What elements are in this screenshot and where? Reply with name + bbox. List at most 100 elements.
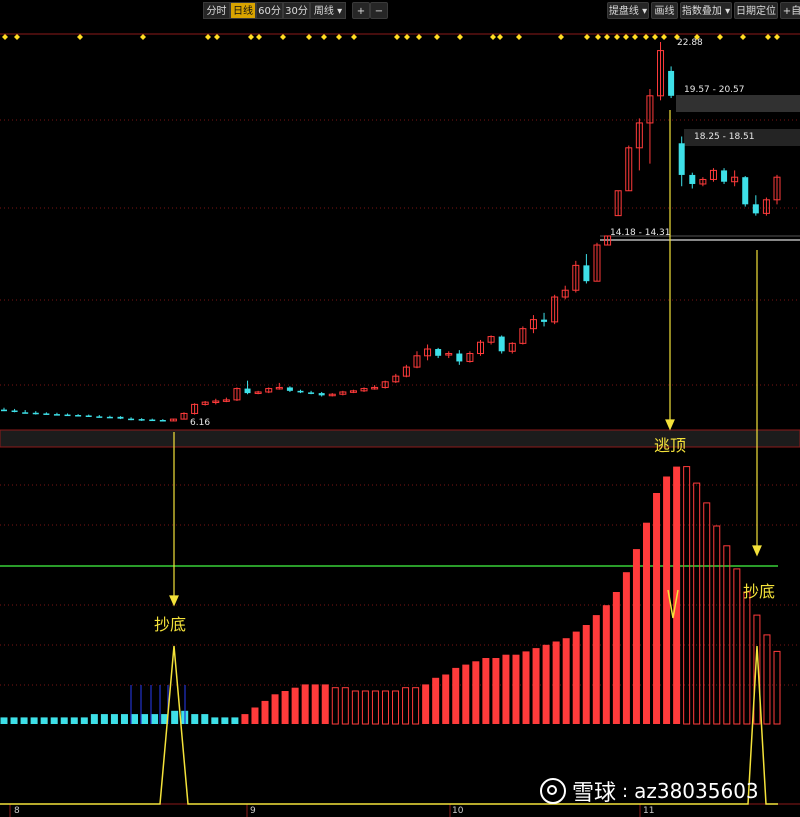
candle-body-down xyxy=(11,410,18,413)
annotation-arrows xyxy=(169,110,762,607)
indicator-bar-red xyxy=(632,549,640,724)
indicator-bar-cyan xyxy=(201,714,209,725)
indicator-bar-red xyxy=(502,654,510,724)
candle-body-down xyxy=(286,387,293,391)
indicator-bar-red-outline xyxy=(693,482,701,725)
top-signal-diamond xyxy=(765,34,771,40)
indicator-bar-red xyxy=(301,684,309,724)
candle-body-down xyxy=(117,416,124,419)
high-price-label: 22.88 xyxy=(677,38,703,48)
candle-body-down xyxy=(318,393,325,396)
top-signal-diamond xyxy=(604,34,610,40)
candle-body-down xyxy=(106,416,113,419)
zone-label-1: 19.57 - 20.57 xyxy=(684,85,745,95)
indicator-bar-red xyxy=(251,707,259,724)
candle-body-down xyxy=(498,336,505,352)
top-signal-diamond xyxy=(336,34,342,40)
candle-body-down xyxy=(22,412,29,414)
indicator-bar-red xyxy=(432,677,440,724)
indicator-bar-red xyxy=(612,592,620,724)
indicator-bar-red-outline xyxy=(371,690,379,725)
watermark: 雪球 : az38035603 xyxy=(540,776,759,806)
top-signal-diamond xyxy=(394,34,400,40)
indicator-bar-red xyxy=(492,658,500,724)
top-signal-diamond xyxy=(643,34,649,40)
candle-body-down xyxy=(53,414,60,416)
zone-label-2: 18.25 - 18.51 xyxy=(694,132,755,142)
indicator-bar-red-outline xyxy=(412,687,420,725)
candle-body-down xyxy=(541,319,548,322)
candle-body-down xyxy=(149,419,156,422)
watermark-separator: : xyxy=(622,780,629,802)
indicator-bar-cyan xyxy=(110,714,118,725)
candle-body-down xyxy=(1,409,7,412)
indicator-bar-red xyxy=(291,687,299,724)
indicator-bar-red xyxy=(642,522,650,724)
indicator-bar-red xyxy=(271,694,279,724)
x-label-10: 10 xyxy=(452,806,464,816)
resistance-zone-1 xyxy=(676,95,800,112)
candle-body-down xyxy=(96,416,103,418)
annotation-bottom-right: 抄底 xyxy=(743,582,776,601)
candle-body-down xyxy=(43,413,50,415)
candle-body-down xyxy=(689,174,696,184)
top-signal-diamond xyxy=(661,34,667,40)
candle-body-down xyxy=(668,70,675,96)
candle-body-down xyxy=(742,177,749,205)
candle-body-down xyxy=(435,349,442,356)
indicator-bar-red xyxy=(542,644,550,724)
indicator-bar-cyan xyxy=(221,717,229,725)
indicator-bar-red xyxy=(582,625,590,724)
indicator-bar-cyan xyxy=(131,714,139,725)
top-signal-diamond xyxy=(740,34,746,40)
indicator-bar-cyan xyxy=(141,714,149,725)
indicator-bar-red xyxy=(462,664,470,724)
indicator-bar-red xyxy=(452,667,460,724)
low-price-label: 6.16 xyxy=(190,418,211,428)
watermark-site: 雪球 xyxy=(572,781,617,806)
candle-body-down xyxy=(64,414,71,417)
indicator-bar-cyan xyxy=(0,717,8,725)
top-signal-diamond xyxy=(457,34,463,40)
indicator-bar-red xyxy=(552,641,560,724)
indicator-bar-red xyxy=(653,493,661,724)
annotation-top-escape: 逃顶 xyxy=(654,436,687,455)
top-signal-diamond xyxy=(416,34,422,40)
top-signal-diamond xyxy=(140,34,146,40)
indicator-bar-red-outline xyxy=(703,502,711,725)
indicator-bar-red xyxy=(532,648,540,724)
indicator-bar-red-outline xyxy=(763,634,771,725)
top-signal-diamond xyxy=(434,34,440,40)
candle-body-down xyxy=(75,415,82,417)
indicator-bar-red xyxy=(321,684,329,724)
indicator-bar-red xyxy=(562,638,570,724)
candle-body-down xyxy=(308,392,315,394)
stock-chart[interactable] xyxy=(0,0,800,817)
top-signal-diamond xyxy=(497,34,503,40)
indicator-bar-cyan xyxy=(211,717,219,725)
candle-body-down xyxy=(297,390,304,393)
watermark-user: az38035603 xyxy=(634,779,759,803)
indicator-bar-red-outline xyxy=(392,690,400,725)
candle-body-down xyxy=(32,412,39,415)
candle-body-down xyxy=(85,415,92,417)
candle-body-down xyxy=(128,418,135,421)
indicator-bar-red xyxy=(281,691,289,724)
annotation-bottom-left: 抄底 xyxy=(154,615,187,634)
indicator-bar-cyan xyxy=(40,717,48,725)
x-label-9: 9 xyxy=(250,806,256,816)
indicator-bar-cyan xyxy=(151,714,159,725)
indicator-bar-red xyxy=(241,714,249,724)
top-signal-diamond xyxy=(717,34,723,40)
indicator-bar-red xyxy=(572,631,580,724)
indicator-bar-cyan xyxy=(30,717,38,725)
top-signal-diamond xyxy=(558,34,564,40)
top-signal-diamond xyxy=(595,34,601,40)
top-signal-diamond xyxy=(205,34,211,40)
candle-body-down xyxy=(721,170,728,182)
top-signal-diamond xyxy=(652,34,658,40)
indicator-bars xyxy=(0,466,781,725)
top-signal-diamond xyxy=(306,34,312,40)
top-signal-diamond xyxy=(77,34,83,40)
indicator-bar-red-outline xyxy=(713,525,721,725)
